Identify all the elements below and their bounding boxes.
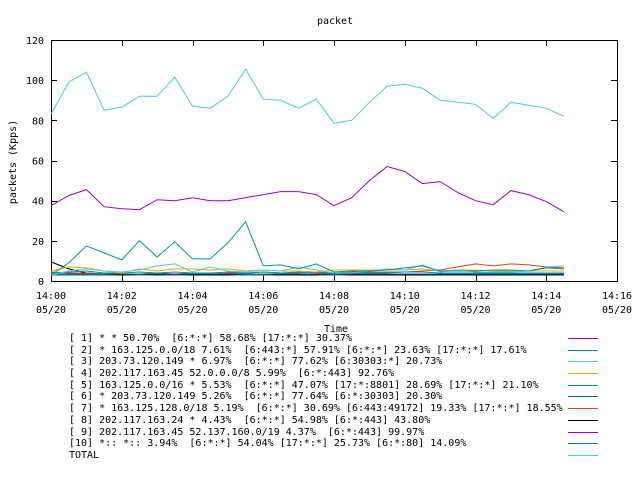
legend-swatch <box>568 408 598 410</box>
chart-title: packet <box>317 16 353 27</box>
legend-label: [ 5] 163.125.0.0/16 * 5.53% [6:*:*] 47.0… <box>69 379 539 391</box>
x-tick-time-label: 14:08 <box>319 291 349 302</box>
y-tick-label: 20 <box>32 237 44 248</box>
series-lines <box>50 68 565 276</box>
legend-swatch <box>568 396 598 398</box>
legend-entry: [10] *:: *:: 3.94% [6:*:*] 54.04% [17:*:… <box>0 438 640 450</box>
y-axis-label: packets (Kpps) <box>8 120 19 204</box>
legend-label: [ 8] 202.117.163.24 * 4.43% [6:*:*] 54.9… <box>69 414 431 426</box>
legend-label: [ 1] * * 50.70% [6:*:*] 58.68% [17:*:*] … <box>69 333 352 344</box>
series-line-11 <box>50 68 565 124</box>
legend-entry: [ 2] * 163.125.0.0/18 7.61% [6:443:*] 57… <box>0 345 640 357</box>
x-tick-date-label: 05/20 <box>177 305 207 316</box>
legend-entry: [ 9] 202.117.163.45 52.137.160.0/19 4.37… <box>0 427 640 439</box>
x-tick-time-label: 14:02 <box>107 291 137 302</box>
x-tick-time-label: 14:16 <box>602 291 632 302</box>
x-tick-time-label: 14:12 <box>460 291 490 302</box>
legend-label: [ 7] * 163.125.128.0/18 5.19% [6:*:*] 30… <box>69 403 563 415</box>
x-tick-time-label: 14:04 <box>177 291 207 302</box>
legend-label: [ 6] * 203.73.120.149 5.26% [6:*:*] 77.6… <box>69 391 443 403</box>
legend-label: [ 2] * 163.125.0.0/18 7.61% [6:443:*] 57… <box>69 344 527 356</box>
legend-swatch <box>568 431 598 433</box>
x-tick-date-label: 05/20 <box>319 305 349 316</box>
x-tick-time-label: 14:00 <box>36 291 66 302</box>
legend-swatch <box>568 349 598 351</box>
legend-swatch <box>568 373 598 375</box>
legend-label: [ 9] 202.117.163.45 52.137.160.0/19 4.37… <box>69 426 425 438</box>
y-tick-label: 80 <box>32 116 44 127</box>
y-tick-label: 100 <box>26 76 44 87</box>
legend-swatch <box>568 454 598 456</box>
x-tick-time-label: 14:10 <box>390 291 420 302</box>
legend-swatch <box>568 338 598 339</box>
x-tick-date-label: 05/20 <box>248 305 278 316</box>
x-tick-date-label: 05/20 <box>107 305 137 316</box>
legend-label: TOTAL <box>69 449 100 461</box>
legend-label: [ 3] 203.73.120.149 * 6.97% [6:*:*] 77.6… <box>69 356 443 368</box>
series-line-1 <box>50 165 565 213</box>
legend-swatch <box>568 361 598 363</box>
legend-swatch <box>568 419 598 421</box>
legend-label: [ 4] 202.117.163.45 52.0.0.0/8 5.99% [6:… <box>69 368 395 380</box>
legend-entry: [ 5] 163.125.0.0/16 * 5.53% [6:*:*] 47.0… <box>0 380 640 392</box>
legend-entry: [ 8] 202.117.163.24 * 4.43% [6:*:*] 54.9… <box>0 415 640 427</box>
series-line-2 <box>50 220 564 276</box>
x-tick-time-label: 14:06 <box>248 291 278 302</box>
y-axis-ticks: 0 20 40 60 80 100 120 <box>26 36 617 288</box>
plot-frame <box>51 40 618 282</box>
y-tick-label: 0 <box>38 277 44 288</box>
legend-label: [10] *:: *:: 3.94% [6:*:*] 54.04% [17:*:… <box>69 438 467 450</box>
x-tick-date-label: 05/20 <box>390 305 420 316</box>
legend-entry: [ 4] 202.117.163.45 52.0.0.0/8 5.99% [6:… <box>0 368 640 380</box>
legend-entry: TOTAL <box>0 450 640 462</box>
y-tick-label: 40 <box>32 197 44 208</box>
legend-entry: [ 1] * * 50.70% [6:*:*] 58.68% [17:*:*] … <box>0 333 640 345</box>
legend-entry: [ 6] * 203.73.120.149 5.26% [6:*:*] 77.6… <box>0 391 640 403</box>
legend-swatch <box>568 384 598 386</box>
legend: [ 1] * * 50.70% [6:*:*] 58.68% [17:*:*] … <box>0 333 640 462</box>
x-tick-date-label: 05/20 <box>602 305 632 316</box>
x-tick-date-label: 05/20 <box>460 305 490 316</box>
legend-swatch <box>568 443 598 445</box>
legend-entry: [ 7] * 163.125.128.0/18 5.19% [6:*:*] 30… <box>0 403 640 415</box>
x-tick-time-label: 14:14 <box>531 291 561 302</box>
x-tick-date-label: 05/20 <box>36 305 66 316</box>
x-tick-date-label: 05/20 <box>531 305 561 316</box>
legend-entry: [ 3] 203.73.120.149 * 6.97% [6:*:*] 77.6… <box>0 356 640 368</box>
y-tick-label: 120 <box>26 36 44 47</box>
y-tick-label: 60 <box>32 157 44 168</box>
